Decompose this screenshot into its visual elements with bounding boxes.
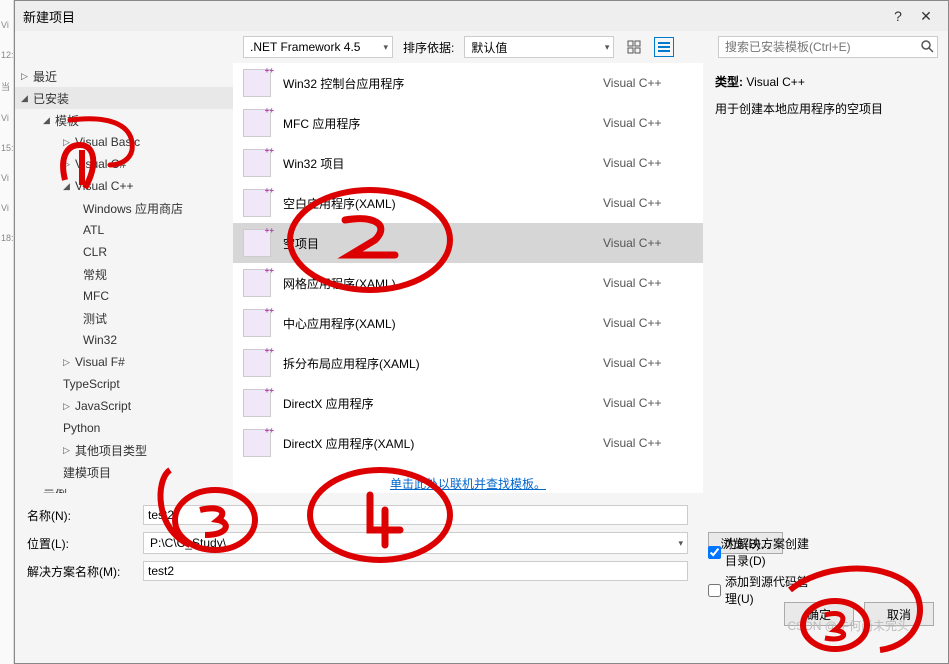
sidebar-item-mfc[interactable]: MFC — [15, 285, 233, 307]
location-label: 位置(L): — [27, 535, 135, 552]
form-area: 名称(N): 位置(L): P:\C\C_Study\ 浏览(B)... 解决方… — [15, 493, 948, 593]
sidebar-item-ts[interactable]: TypeScript — [15, 373, 233, 395]
name-label: 名称(N): — [27, 507, 135, 524]
sidebar-item-test[interactable]: 测试 — [15, 307, 233, 329]
close-button[interactable]: ✕ — [912, 8, 940, 25]
template-item-1[interactable]: MFC 应用程序Visual C++ — [233, 103, 703, 143]
background-strip: Vi12:当Vi15:ViVi18: — [0, 0, 14, 664]
create-dir-checkbox[interactable]: 为解决方案创建目录(D) — [708, 535, 816, 569]
details-pane: 类型: Visual C++ 用于创建本地应用程序的空项目 — [703, 63, 948, 493]
view-list-icon[interactable] — [654, 37, 674, 57]
sidebar-sample[interactable]: 示例 — [15, 483, 233, 493]
template-icon — [243, 429, 271, 457]
location-combo[interactable]: P:\C\C_Study\ — [143, 532, 688, 554]
sidebar-item-model[interactable]: 建模项目 — [15, 461, 233, 483]
sidebar-item-fs[interactable]: ▷Visual F# — [15, 351, 233, 373]
template-icon — [243, 349, 271, 377]
sort-combo[interactable]: 默认值 — [464, 36, 614, 58]
sidebar-item-vb[interactable]: ▷Visual Basic — [15, 131, 233, 153]
template-icon — [243, 269, 271, 297]
framework-combo[interactable]: .NET Framework 4.5 — [243, 36, 393, 58]
sidebar-item-cs[interactable]: ▷Visual C# — [15, 153, 233, 175]
name-input[interactable] — [143, 505, 688, 525]
template-item-6[interactable]: 中心应用程序(XAML)Visual C++ — [233, 303, 703, 343]
sort-label: 排序依据: — [403, 39, 454, 56]
sidebar-item-atl[interactable]: ATL — [15, 219, 233, 241]
template-item-7[interactable]: 拆分布局应用程序(XAML)Visual C++ — [233, 343, 703, 383]
search-icon — [920, 39, 934, 56]
search-input[interactable] — [718, 36, 938, 58]
window-title: 新建项目 — [23, 7, 884, 26]
watermark: CSDN @牛何尚未完头 — [787, 617, 909, 634]
sidebar-item-other[interactable]: ▷其他项目类型 — [15, 439, 233, 461]
search-box[interactable] — [718, 36, 938, 58]
template-list: Win32 控制台应用程序Visual C++ MFC 应用程序Visual C… — [233, 63, 703, 493]
template-icon — [243, 309, 271, 337]
sidebar-templates[interactable]: ◢模板 — [15, 109, 233, 131]
toolbar: .NET Framework 4.5 排序依据: 默认值 — [15, 31, 948, 63]
template-icon — [243, 189, 271, 217]
type-label: 类型: — [715, 75, 743, 89]
online-link[interactable]: 单击此处以联机并查找模板。 — [233, 463, 703, 493]
sidebar-item-clr[interactable]: CLR — [15, 241, 233, 263]
template-item-4-selected[interactable]: 空项目Visual C++ — [233, 223, 703, 263]
view-large-icon[interactable] — [624, 37, 644, 57]
template-item-0[interactable]: Win32 控制台应用程序Visual C++ — [233, 63, 703, 103]
sidebar-item-general[interactable]: 常规 — [15, 263, 233, 285]
sidebar-item-js[interactable]: ▷JavaScript — [15, 395, 233, 417]
template-item-9[interactable]: DirectX 应用程序(XAML)Visual C++ — [233, 423, 703, 463]
titlebar: 新建项目 ? ✕ — [15, 1, 948, 31]
template-icon — [243, 149, 271, 177]
template-item-8[interactable]: DirectX 应用程序Visual C++ — [233, 383, 703, 423]
sidebar-item-win32[interactable]: Win32 — [15, 329, 233, 351]
sidebar-item-winstore[interactable]: Windows 应用商店 — [15, 197, 233, 219]
template-icon — [243, 69, 271, 97]
sidebar-item-py[interactable]: Python — [15, 417, 233, 439]
template-item-5[interactable]: 网格应用程序(XAML)Visual C++ — [233, 263, 703, 303]
help-button[interactable]: ? — [884, 8, 912, 24]
new-project-dialog: 新建项目 ? ✕ .NET Framework 4.5 排序依据: 默认值 ▷最… — [14, 0, 949, 664]
template-item-3[interactable]: 空白应用程序(XAML)Visual C++ — [233, 183, 703, 223]
solution-label: 解决方案名称(M): — [27, 563, 135, 580]
template-item-2[interactable]: Win32 项目Visual C++ — [233, 143, 703, 183]
sidebar-recent[interactable]: ▷最近 — [15, 65, 233, 87]
template-icon — [243, 229, 271, 257]
template-icon — [243, 109, 271, 137]
sidebar-installed[interactable]: ◢已安装 — [15, 87, 233, 109]
sidebar: ▷最近 ◢已安装 ◢模板 ▷Visual Basic ▷Visual C# ◢V… — [15, 63, 233, 493]
solution-input[interactable] — [143, 561, 688, 581]
type-value: Visual C++ — [746, 75, 804, 89]
sidebar-item-cpp[interactable]: ◢Visual C++ — [15, 175, 233, 197]
template-icon — [243, 389, 271, 417]
template-description: 用于创建本地应用程序的空项目 — [715, 100, 936, 117]
